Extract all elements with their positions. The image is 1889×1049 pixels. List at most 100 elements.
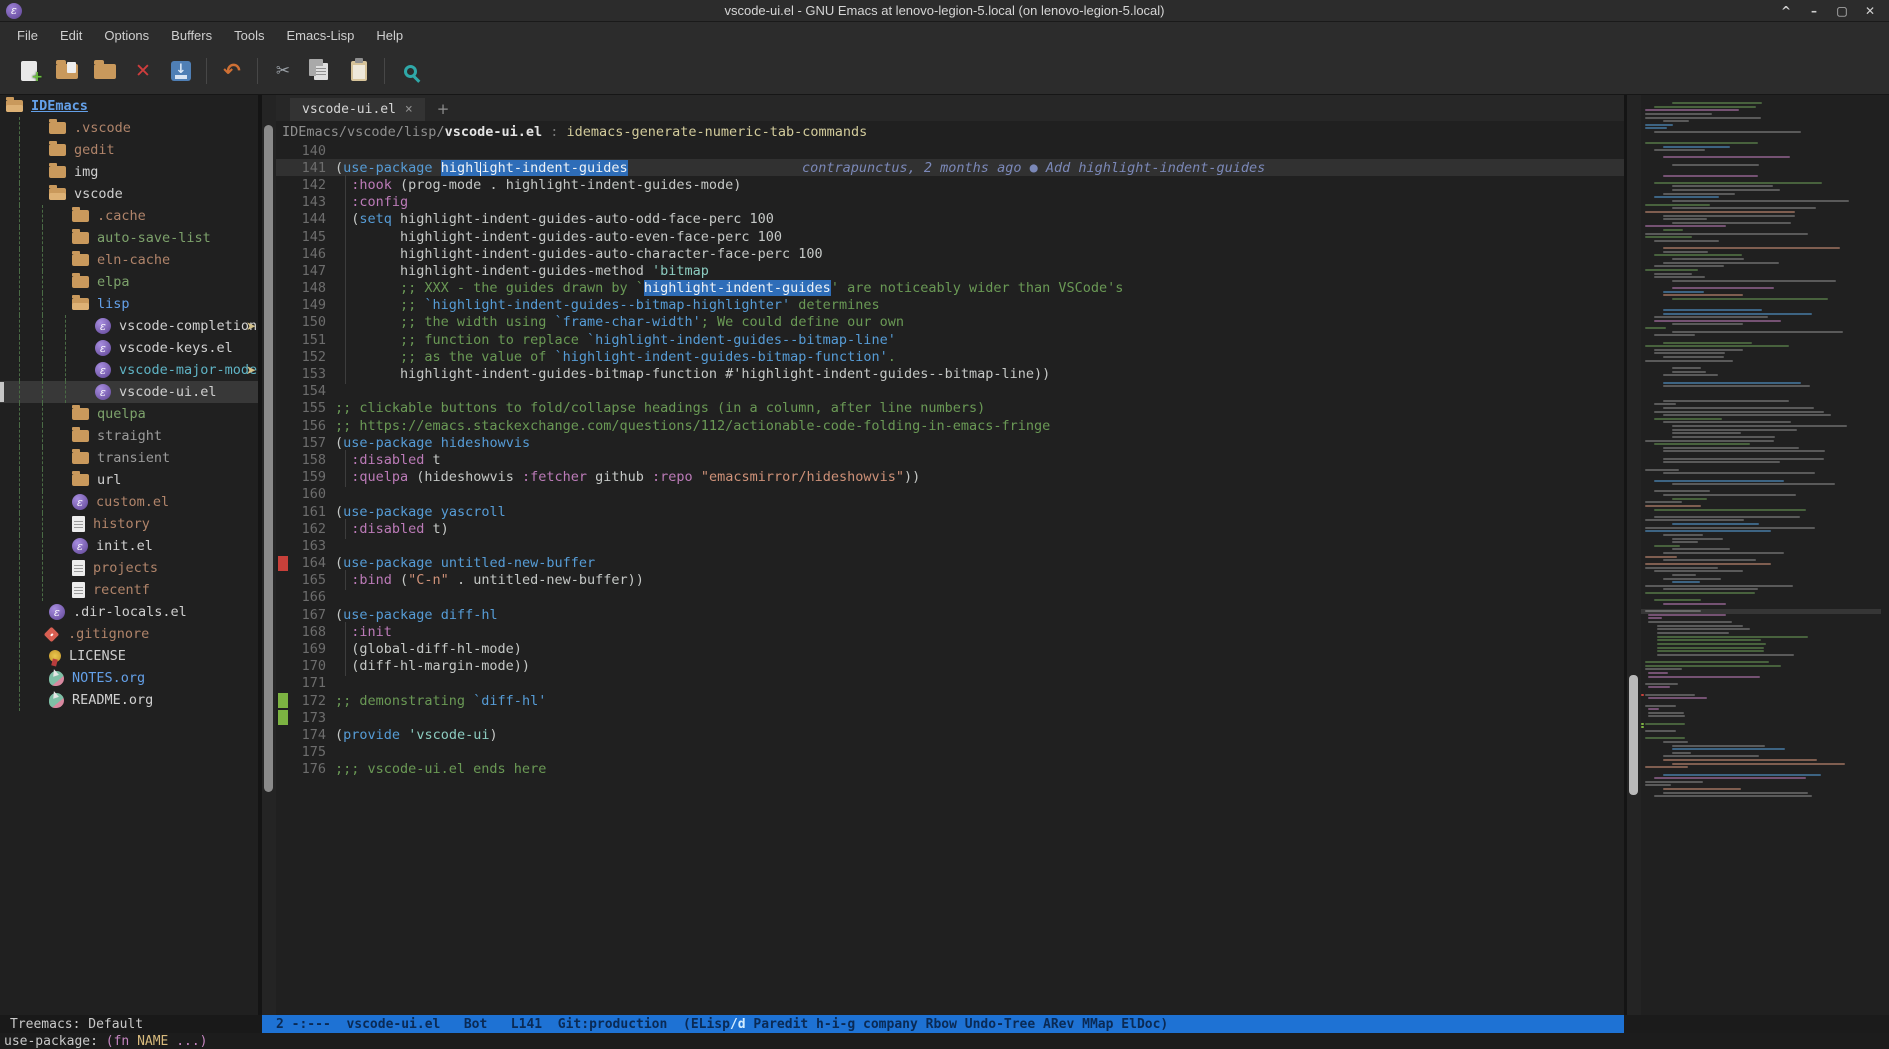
tree-item-lisp[interactable]: lisp (0, 293, 258, 315)
code-line-146[interactable]: 146 highlight-indent-guides-auto-charact… (276, 245, 1624, 262)
tree-item-gedit[interactable]: gedit (0, 139, 258, 161)
code-line-156[interactable]: 156;; https://emacs.stackexchange.com/qu… (276, 417, 1624, 434)
tree-item-vscode-ui-el[interactable]: εvscode-ui.el (0, 381, 258, 403)
tree-item-elpa[interactable]: elpa (0, 271, 258, 293)
code-line-149[interactable]: 149 ;; `highlight-indent-guides--bitmap-… (276, 297, 1624, 314)
close-window-button[interactable]: ✕ (1863, 4, 1877, 18)
minibuffer[interactable]: use-package: (fn NAME ...) (0, 1033, 1889, 1049)
undo-button[interactable]: ↶ (213, 53, 251, 89)
code-line-145[interactable]: 145 highlight-indent-guides-auto-even-fa… (276, 228, 1624, 245)
code-line-171[interactable]: 171 (276, 675, 1624, 692)
code-line-147[interactable]: 147 highlight-indent-guides-method 'bitm… (276, 262, 1624, 279)
code-line-176[interactable]: 176;;; vscode-ui.el ends here (276, 761, 1624, 778)
modeline-d-flag[interactable]: /d (730, 1017, 746, 1032)
tree-item-straight[interactable]: straight (0, 425, 258, 447)
tree-item-history[interactable]: history (0, 513, 258, 535)
menu-edit[interactable]: Edit (51, 25, 91, 46)
tab-close-icon[interactable]: × (405, 102, 413, 117)
modeline-buffer-info[interactable]: 2 -:--- vscode-ui.el Bot L141 Git:produc… (276, 1017, 730, 1032)
code-line-173[interactable]: 173 (276, 709, 1624, 726)
code-line-163[interactable]: 163 (276, 537, 1624, 554)
copy-button[interactable] (302, 53, 340, 89)
code-line-151[interactable]: 151 ;; function to replace `highlight-in… (276, 331, 1624, 348)
code-line-157[interactable]: 157(use-package hideshowvis (276, 434, 1624, 451)
code-line-170[interactable]: 170 (diff-hl-margin-mode)) (276, 658, 1624, 675)
menu-file[interactable]: File (8, 25, 47, 46)
tree-item-readme-org[interactable]: README.org (0, 689, 258, 711)
editor-scrollbar-thumb[interactable] (264, 125, 273, 792)
tree-item-notes-org[interactable]: NOTES.org (0, 667, 258, 689)
tree-item-quelpa[interactable]: quelpa (0, 403, 258, 425)
code-buffer[interactable]: 140141(use-package highlight-indent-guid… (276, 142, 1624, 1015)
menu-help[interactable]: Help (367, 25, 412, 46)
code-line-155[interactable]: 155;; clickable buttons to fold/collapse… (276, 400, 1624, 417)
menu-emacs-lisp[interactable]: Emacs-Lisp (277, 25, 363, 46)
tree-item-vscode-major-modes[interactable]: εvscode-major-modes➤ (0, 359, 258, 381)
menu-options[interactable]: Options (95, 25, 158, 46)
menu-buffers[interactable]: Buffers (162, 25, 221, 46)
code-line-154[interactable]: 154 (276, 383, 1624, 400)
tree-item-recentf[interactable]: recentf (0, 579, 258, 601)
cut-button[interactable]: ✂ (264, 53, 302, 89)
tree-item-license[interactable]: LICENSE (0, 645, 258, 667)
new-file-button[interactable]: + (10, 53, 48, 89)
code-line-159[interactable]: 159 :quelpa (hideshowvis :fetcher github… (276, 469, 1624, 486)
minimap-scrollbar-thumb[interactable] (1629, 675, 1638, 795)
code-line-167[interactable]: 167(use-package diff-hl (276, 606, 1624, 623)
tree-item-transient[interactable]: transient (0, 447, 258, 469)
new-tab-button[interactable]: + (437, 100, 450, 121)
code-line-148[interactable]: 148 ;; XXX - the guides drawn by `highli… (276, 280, 1624, 297)
close-buffer-button[interactable]: ✕ (124, 53, 162, 89)
breadcrumb-file[interactable]: vscode-ui.el (445, 124, 543, 140)
code-line-166[interactable]: 166 (276, 589, 1624, 606)
code-line-160[interactable]: 160 (276, 486, 1624, 503)
code-line-140[interactable]: 140 (276, 142, 1624, 159)
breadcrumb-path[interactable]: IDEmacs/vscode/lisp/ (282, 124, 445, 140)
open-file-button[interactable] (48, 53, 86, 89)
tree-item--vscode[interactable]: .vscode (0, 117, 258, 139)
code-line-172[interactable]: 172;; demonstrating `diff-hl' (276, 692, 1624, 709)
code-line-143[interactable]: 143 :config (276, 194, 1624, 211)
tree-item-custom-el[interactable]: εcustom.el (0, 491, 258, 513)
modeline-minor-modes[interactable]: Paredit h-i-g company Rbow Undo-Tree ARe… (746, 1017, 1169, 1032)
minimap[interactable] (1641, 95, 1881, 1015)
code-line-168[interactable]: 168 :init (276, 623, 1624, 640)
save-buffer-button[interactable] (162, 53, 200, 89)
tree-item-img[interactable]: img (0, 161, 258, 183)
menu-tools[interactable]: Tools (225, 25, 273, 46)
code-line-144[interactable]: 144 (setq highlight-indent-guides-auto-o… (276, 211, 1624, 228)
treemacs-panel[interactable]: IDEmacs.vscodegeditimgvscode.cacheauto-s… (0, 95, 258, 1015)
editor-modeline[interactable]: 2 -:--- vscode-ui.el Bot L141 Git:produc… (262, 1015, 1624, 1033)
tree-item--gitignore[interactable]: .gitignore (0, 623, 258, 645)
minimize-button[interactable]: – (1807, 4, 1821, 18)
editor-scrollbar[interactable] (262, 95, 276, 1015)
dired-button[interactable] (86, 53, 124, 89)
code-line-142[interactable]: 142 :hook (prog-mode . highlight-indent-… (276, 176, 1624, 193)
maximize-button[interactable]: ▢ (1835, 4, 1849, 18)
tree-item-vscode[interactable]: vscode (0, 183, 258, 205)
code-line-158[interactable]: 158 :disabled t (276, 451, 1624, 468)
tree-item-vscode-keys-el[interactable]: εvscode-keys.el (0, 337, 258, 359)
tree-item-url[interactable]: url (0, 469, 258, 491)
code-line-162[interactable]: 162 :disabled t) (276, 520, 1624, 537)
shade-window-button[interactable]: ^ (1779, 4, 1793, 18)
code-line-153[interactable]: 153 highlight-indent-guides-bitmap-funct… (276, 365, 1624, 382)
code-line-174[interactable]: 174(provide 'vscode-ui) (276, 726, 1624, 743)
tree-item-idemacs[interactable]: IDEmacs (0, 95, 258, 117)
code-line-175[interactable]: 175 (276, 744, 1624, 761)
minimap-scrollbar[interactable] (1627, 95, 1641, 1015)
paste-button[interactable] (340, 53, 378, 89)
code-line-152[interactable]: 152 ;; as the value of `highlight-indent… (276, 348, 1624, 365)
tab-vscode-ui[interactable]: vscode-ui.el × (290, 98, 425, 121)
tree-item-projects[interactable]: projects (0, 557, 258, 579)
code-line-141[interactable]: 141(use-package highlight-indent-guidesc… (276, 159, 1624, 176)
tree-item-vscode-completion-[interactable]: εvscode-completion.➤ (0, 315, 258, 337)
code-line-164[interactable]: 164(use-package untitled-new-buffer (276, 555, 1624, 572)
code-line-165[interactable]: 165 :bind ("C-n" . untitled-new-buffer)) (276, 572, 1624, 589)
tree-item-auto-save-list[interactable]: auto-save-list (0, 227, 258, 249)
search-button[interactable] (391, 53, 429, 89)
tree-item-init-el[interactable]: εinit.el (0, 535, 258, 557)
code-line-169[interactable]: 169 (global-diff-hl-mode) (276, 640, 1624, 657)
tree-item--cache[interactable]: .cache (0, 205, 258, 227)
code-line-150[interactable]: 150 ;; the width using `frame-char-width… (276, 314, 1624, 331)
